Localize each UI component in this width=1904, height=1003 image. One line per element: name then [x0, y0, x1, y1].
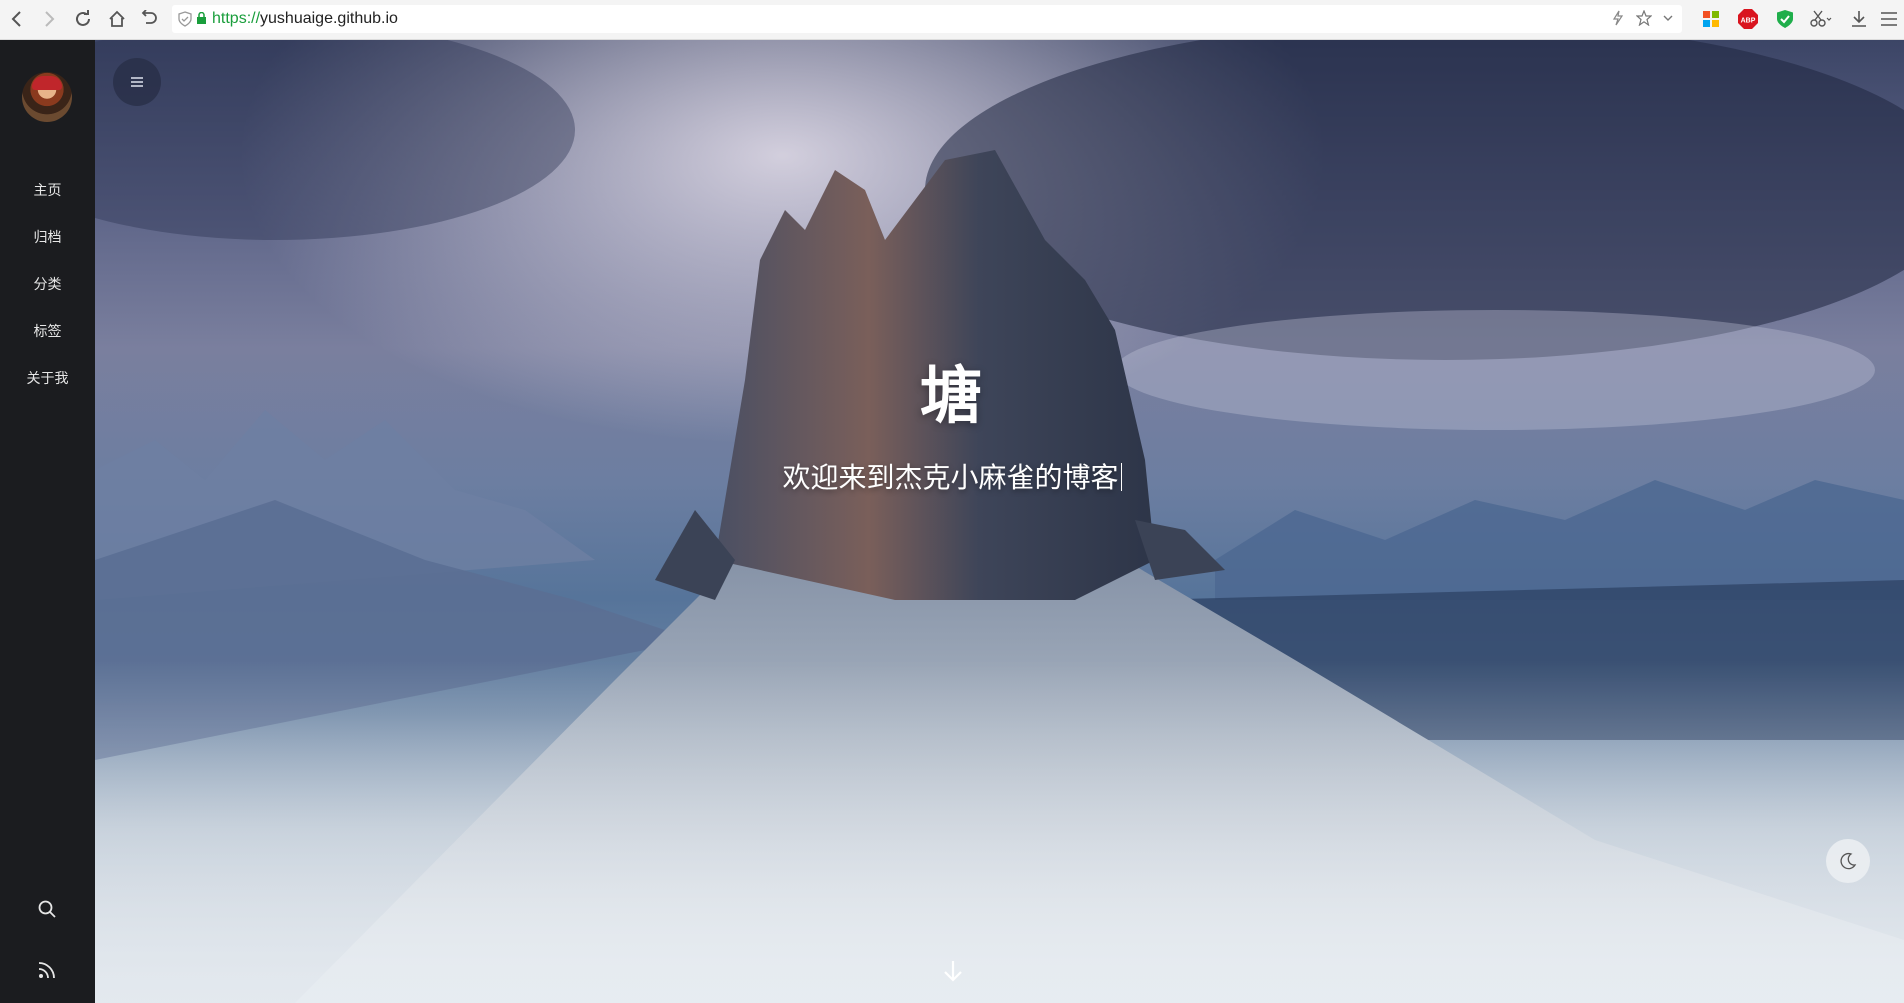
avatar[interactable]	[22, 72, 72, 122]
blog-page: 主页 归档 分类 标签 关于我 塘 欢迎来到杰克小麻雀的博客	[0, 40, 1904, 1003]
shield-icon	[178, 11, 192, 32]
menu-toggle-button[interactable]	[113, 58, 161, 106]
scroll-down-icon[interactable]	[940, 958, 966, 984]
url-text: https://yushuaige.github.io	[212, 10, 398, 27]
browser-toolbar: https://yushuaige.github.io ABP	[0, 0, 1904, 40]
moon-icon	[1840, 852, 1857, 870]
site-title: 塘	[919, 359, 984, 432]
shield-check-icon[interactable]	[1774, 8, 1796, 30]
sidebar-item-categories[interactable]: 分类	[0, 262, 95, 309]
star-icon[interactable]	[1635, 9, 1653, 31]
scissors-icon[interactable]	[1810, 8, 1832, 30]
reload-icon[interactable]	[72, 8, 94, 30]
dark-mode-toggle-button[interactable]	[1826, 839, 1870, 883]
sidebar-item-tags[interactable]: 标签	[0, 309, 95, 356]
sidebar-item-archive[interactable]: 归档	[0, 215, 95, 262]
mountain-background-image	[95, 40, 1904, 1003]
sidebar-item-about[interactable]: 关于我	[0, 356, 95, 403]
forward-icon[interactable]	[38, 8, 60, 30]
sidebar: 主页 归档 分类 标签 关于我	[0, 40, 95, 1003]
typing-cursor	[1120, 463, 1122, 491]
undo-icon[interactable]	[139, 8, 161, 30]
lock-icon	[196, 11, 207, 30]
sidebar-nav: 主页 归档 分类 标签 关于我	[0, 168, 95, 403]
hero-banner: 塘 欢迎来到杰克小麻雀的博客	[95, 40, 1904, 1003]
adblock-label: ABP	[1741, 18, 1756, 25]
rss-icon[interactable]	[35, 958, 59, 982]
site-subtitle: 欢迎来到杰克小麻雀的博客	[95, 456, 1809, 496]
windows-grid-icon[interactable]	[1700, 8, 1722, 30]
subtitle-text: 欢迎来到杰克小麻雀的博客	[782, 461, 1119, 494]
back-icon[interactable]	[6, 8, 28, 30]
adblock-plus-icon[interactable]: ABP	[1737, 8, 1759, 30]
sidebar-item-home[interactable]: 主页	[0, 168, 95, 215]
search-icon[interactable]	[35, 897, 59, 921]
lightning-icon[interactable]	[1610, 10, 1626, 31]
chevron-down-icon[interactable]	[1662, 10, 1674, 31]
download-icon[interactable]	[1848, 8, 1870, 30]
menu-lines-icon[interactable]	[1878, 8, 1900, 30]
hamburger-icon	[131, 77, 143, 87]
home-icon[interactable]	[106, 8, 128, 30]
address-bar[interactable]: https://yushuaige.github.io	[172, 5, 1682, 33]
